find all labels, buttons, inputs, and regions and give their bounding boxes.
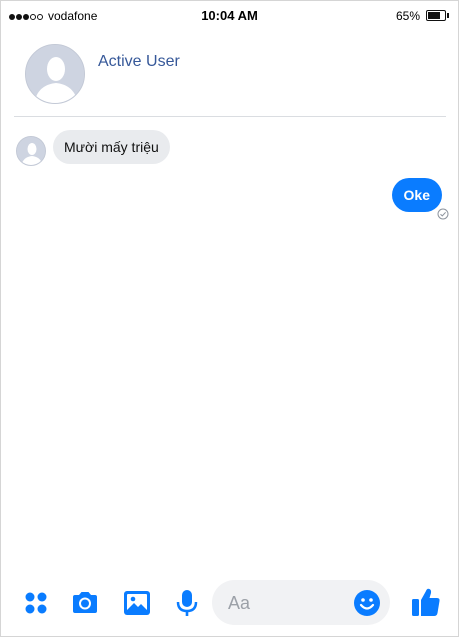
clock: 10:04 AM	[201, 8, 258, 23]
incoming-message-bubble[interactable]: Mười mấy triệu	[53, 130, 170, 164]
profile-avatar[interactable]	[25, 44, 85, 104]
battery-percentage: 65%	[395, 9, 420, 23]
grid-icon[interactable]	[21, 588, 51, 618]
message-input-placeholder: Aa	[228, 593, 251, 613]
sent-check-icon	[437, 208, 449, 220]
battery-icon	[426, 10, 450, 21]
microphone-icon[interactable]	[172, 588, 202, 618]
message-input[interactable]: Aa	[212, 580, 390, 625]
sender-avatar[interactable]	[16, 136, 46, 166]
default-avatar-icon	[26, 45, 84, 103]
contact-name[interactable]: Active User	[98, 53, 180, 71]
default-avatar-icon	[17, 137, 45, 165]
status-bar: vodafone 10:04 AM 65%	[1, 1, 458, 33]
camera-icon[interactable]	[70, 588, 100, 618]
thumbs-up-icon[interactable]	[410, 586, 442, 618]
outgoing-message-bubble[interactable]: Oke	[391, 178, 442, 212]
smiley-icon[interactable]	[353, 589, 381, 617]
messenger-screen: vodafone 10:04 AM 65% Active User Mười m…	[0, 0, 459, 637]
composer-bar: Aa	[1, 576, 458, 631]
image-icon[interactable]	[122, 588, 152, 618]
header-divider	[14, 116, 446, 117]
